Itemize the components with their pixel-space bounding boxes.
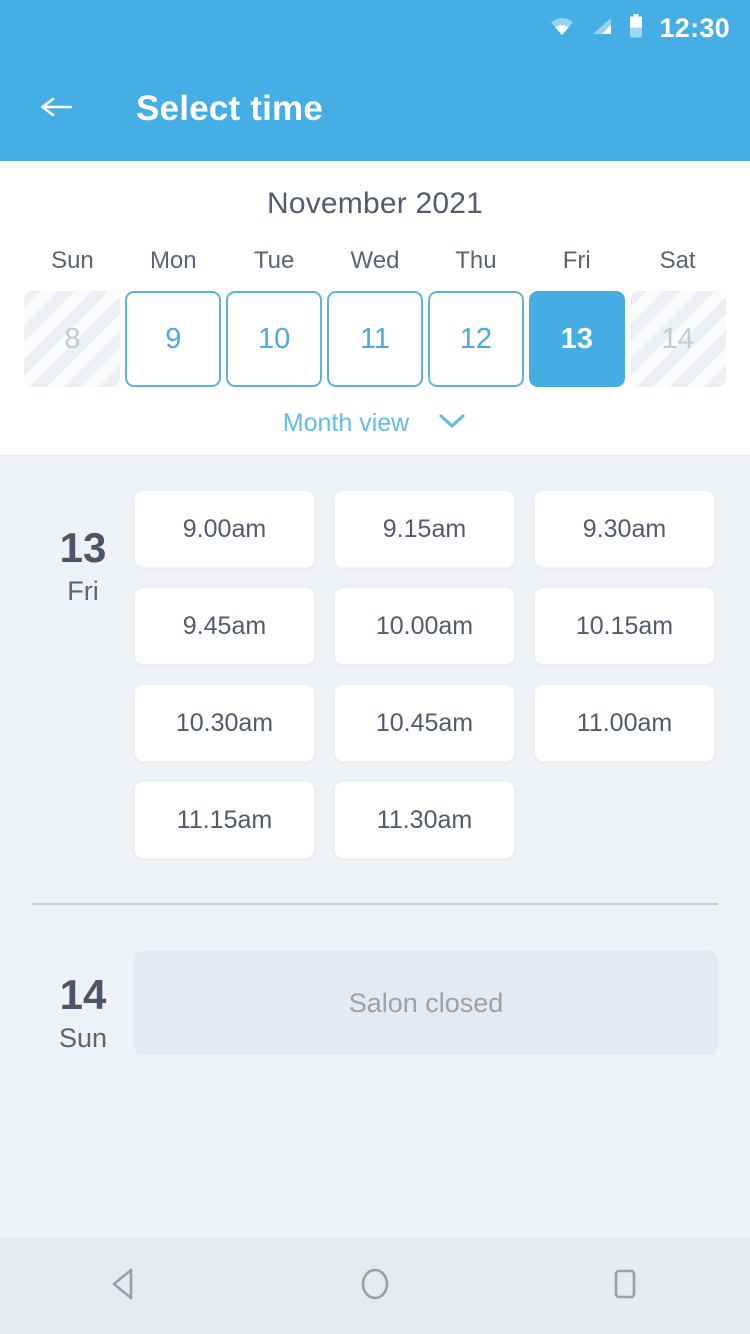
month-view-label: Month view — [282, 409, 410, 437]
calendar-panel: November 2021 Sun Mon Tue Wed Thu Fri Sa… — [0, 161, 750, 454]
schedule-day-label: 14 Sun — [32, 951, 134, 1055]
calendar-day-cell[interactable]: 9 — [125, 291, 222, 387]
wifi-icon — [549, 16, 575, 41]
weekday-label: Mon — [149, 247, 197, 274]
time-slot[interactable]: 11.00am — [534, 684, 715, 762]
signal-icon — [591, 16, 613, 41]
section-divider — [32, 903, 718, 905]
schedule-day-name: Sun — [58, 1023, 108, 1054]
status-bar-clock: 12:30 — [659, 13, 730, 43]
weekday-label: Wed — [350, 247, 400, 274]
weekday-label: Sat — [659, 247, 696, 274]
calendar-day-cell: 8 — [24, 291, 121, 387]
schedule-day-block: 13 Fri 9.00am 9.15am 9.30am 9.45am 10.00… — [0, 474, 750, 859]
calendar-day-cell: 14 — [629, 291, 726, 387]
time-slot[interactable]: 10.15am — [534, 587, 715, 665]
nav-recents-icon — [608, 1265, 642, 1308]
page-title: Select time — [136, 89, 324, 128]
chevron-down-icon — [437, 412, 467, 435]
weekday-label: Sun — [51, 247, 94, 274]
app-bar: Select time — [0, 57, 750, 161]
time-slot-grid: 9.00am 9.15am 9.30am 9.45am 10.00am 10.1… — [134, 474, 718, 859]
weekday-label: Thu — [455, 247, 497, 274]
calendar-day-row: 8 9 10 11 12 13 14 — [0, 291, 750, 387]
nav-back-icon — [108, 1266, 142, 1307]
app-screen: 12:30 Select time November 2021 Sun Mon … — [0, 0, 750, 1334]
schedule-day-number: 13 — [59, 524, 107, 571]
schedule-content: 13 Fri 9.00am 9.15am 9.30am 9.45am 10.00… — [0, 454, 750, 1055]
calendar-day-cell[interactable]: 10 — [226, 291, 323, 387]
time-slot[interactable]: 11.30am — [334, 781, 515, 859]
schedule-day-label: 13 Fri — [32, 474, 134, 859]
calendar-day-cell[interactable]: 11 — [327, 291, 423, 387]
salon-closed-message: Salon closed — [134, 951, 718, 1055]
arrow-left-icon — [37, 92, 77, 127]
time-slot[interactable]: 11.15am — [134, 781, 315, 859]
time-slot[interactable]: 9.00am — [134, 490, 315, 568]
time-slot[interactable]: 9.30am — [534, 490, 715, 568]
schedule-day-name: Fri — [67, 576, 99, 607]
schedule-day-block-closed: 14 Sun Salon closed — [0, 951, 750, 1055]
nav-back-button[interactable] — [70, 1252, 180, 1322]
nav-recents-button[interactable] — [570, 1252, 680, 1322]
time-slot[interactable]: 10.00am — [334, 587, 515, 665]
time-slot[interactable]: 9.45am — [134, 587, 315, 665]
calendar-day-cell[interactable]: 12 — [427, 291, 524, 387]
calendar-day-cell-selected[interactable]: 13 — [528, 291, 625, 387]
nav-home-button[interactable] — [320, 1252, 430, 1322]
weekday-label: Fri — [562, 247, 591, 274]
weekday-header-row: Sun Mon Tue Wed Thu Fri Sat — [0, 247, 750, 275]
weekday-label: Tue — [253, 247, 295, 274]
status-bar: 12:30 — [0, 0, 750, 57]
time-slot[interactable]: 10.45am — [334, 684, 515, 762]
time-slot[interactable]: 10.30am — [134, 684, 315, 762]
back-button[interactable] — [34, 86, 80, 132]
nav-home-icon — [357, 1265, 393, 1308]
month-view-toggle[interactable]: Month view — [0, 409, 750, 438]
schedule-day-number: 14 — [59, 971, 107, 1018]
battery-icon — [629, 14, 643, 43]
month-label: November 2021 — [266, 187, 484, 220]
time-slot[interactable]: 9.15am — [334, 490, 515, 568]
android-nav-bar — [0, 1238, 750, 1334]
